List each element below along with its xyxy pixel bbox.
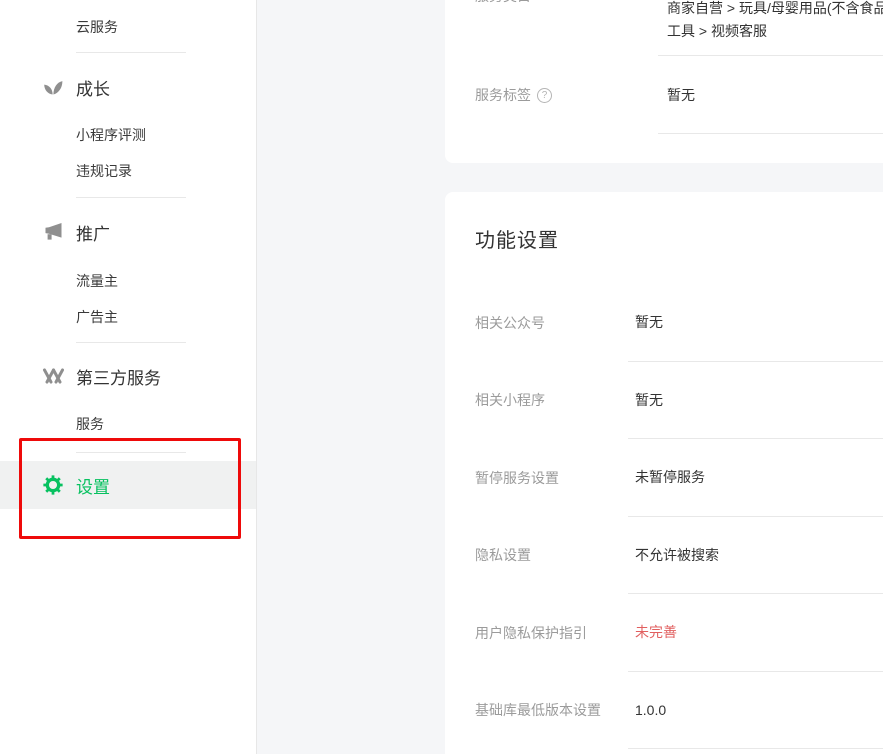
row-value: 1.0.0 [628, 672, 883, 750]
sidebar-section-growth[interactable]: 成长 [42, 74, 110, 100]
table-row: 隐私设置 不允许被搜索 [445, 517, 883, 595]
sidebar-item-cloud-service[interactable]: 云服务 [76, 17, 118, 37]
row-value: 未暂停服务 [628, 439, 883, 517]
row-label: 暂停服务设置 [445, 439, 628, 517]
sidebar-item-label: 服务 [76, 414, 104, 434]
sidebar-item-advertiser[interactable]: 广告主 [76, 307, 118, 327]
third-party-icon [42, 366, 64, 386]
table-row: 用户隐私保护指引 未完善 [445, 594, 883, 672]
service-tag-label: 服务标签 ? [475, 85, 552, 105]
section-title: 功能设置 [475, 224, 559, 253]
sidebar-item-violation-records[interactable]: 违规记录 [76, 161, 132, 181]
sidebar-item-label: 小程序评测 [76, 125, 146, 145]
function-settings-card: 功能设置 相关公众号 暂无 相关小程序 暂无 暂停服务设置 未暂停服务 隐私设置… [445, 192, 883, 754]
sidebar-item-label: 流量主 [76, 271, 118, 291]
category-line: 工具 > 视频客服 [667, 20, 883, 43]
megaphone-icon [42, 222, 64, 242]
gear-icon [42, 474, 64, 496]
sidebar-item-traffic-owner[interactable]: 流量主 [76, 271, 118, 291]
sidebar-divider [76, 342, 186, 343]
service-tag-value: 暂无 [667, 85, 695, 105]
row-value: 不允许被搜索 [628, 517, 883, 595]
row-divider [658, 55, 883, 56]
row-label: 隐私设置 [445, 517, 628, 595]
sidebar-item-label: 违规记录 [76, 161, 132, 181]
service-category-label: 服务类目 [475, 0, 531, 6]
sidebar-divider [76, 52, 186, 53]
sidebar-item-label: 广告主 [76, 307, 118, 327]
sidebar: 云服务 成长 小程序评测 违规记录 [0, 0, 257, 754]
table-row: 相关小程序 暂无 [445, 362, 883, 440]
sidebar-item-label: 云服务 [76, 17, 118, 37]
question-mark-icon[interactable]: ? [537, 88, 552, 103]
sidebar-item-miniprogram-evaluation[interactable]: 小程序评测 [76, 125, 146, 145]
service-info-card: 服务类目 商家自营 > 玩具/母婴用品(不含食品) 工具 > 视频客服 服务标签… [445, 0, 883, 163]
sidebar-item-service[interactable]: 服务 [76, 414, 104, 434]
row-label: 相关公众号 [445, 284, 628, 362]
main-content: 服务类目 商家自营 > 玩具/母婴用品(不含食品) 工具 > 视频客服 服务标签… [257, 0, 883, 754]
row-label: 基础库最低版本设置 [445, 672, 628, 750]
row-value: 暂无 [628, 362, 883, 440]
sidebar-item-settings[interactable]: 设置 [0, 461, 256, 509]
app-root: 云服务 成长 小程序评测 违规记录 [0, 0, 883, 754]
sidebar-section-label: 推广 [76, 220, 110, 245]
sidebar-divider [76, 452, 186, 453]
sidebar-section-promotion[interactable]: 推广 [42, 219, 110, 245]
table-row: 暂停服务设置 未暂停服务 [445, 439, 883, 517]
row-label: 相关小程序 [445, 362, 628, 440]
table-row: 相关公众号 暂无 [445, 284, 883, 362]
table-row: 基础库最低版本设置 1.0.0 [445, 672, 883, 750]
sidebar-section-label: 第三方服务 [76, 364, 161, 389]
sidebar-section-label: 成长 [76, 75, 110, 100]
section-title-wrap: 功能设置 [445, 192, 883, 284]
category-line: 商家自营 > 玩具/母婴用品(不含食品) [667, 0, 883, 20]
row-value-warning: 未完善 [628, 594, 883, 672]
sprout-icon [42, 77, 64, 97]
sidebar-item-label: 设置 [76, 473, 110, 498]
row-label: 用户隐私保护指引 [445, 594, 628, 672]
row-divider [658, 133, 883, 134]
sidebar-divider [76, 197, 186, 198]
service-category-value: 商家自营 > 玩具/母婴用品(不含食品) 工具 > 视频客服 [667, 0, 883, 43]
sidebar-section-third-party[interactable]: 第三方服务 [42, 363, 161, 389]
row-value: 暂无 [628, 284, 883, 362]
